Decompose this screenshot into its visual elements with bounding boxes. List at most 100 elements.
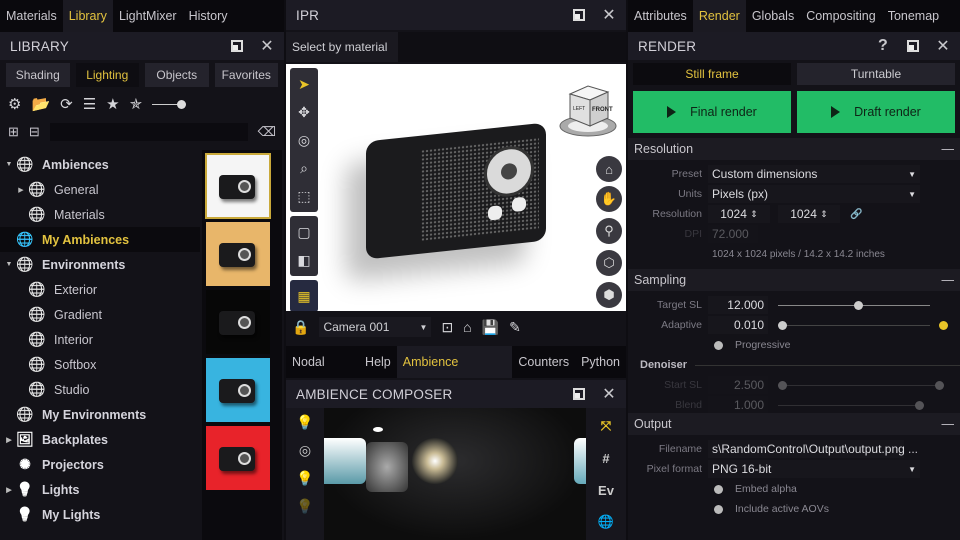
mode-still-frame[interactable]: Still frame — [633, 63, 791, 85]
help-icon[interactable]: ? — [876, 37, 890, 54]
grid-overlay-icon[interactable]: ▦ — [290, 282, 318, 310]
gizmo-icon[interactable]: ⤧ — [592, 412, 620, 440]
tree-item[interactable]: 🌐 My Environments — [0, 402, 200, 427]
ipr-viewport[interactable]: LEFT FRONT ➤ ✥ ◎ ⌕ ⬚ ▢ ◧ ▦ ⌂ ✋ ⚲ ⬡ ⬢ — [286, 64, 626, 311]
spin-icon[interactable]: ⇕ — [750, 209, 758, 220]
clear-search-icon[interactable]: ⌫ — [258, 124, 276, 140]
target-sl-field[interactable]: 12.000 — [708, 296, 768, 314]
spin-icon[interactable]: ⇕ — [820, 209, 828, 220]
mode-turntable[interactable]: Turntable — [797, 63, 955, 85]
tab-python[interactable]: Python — [575, 346, 626, 378]
frame-object-icon[interactable]: ⬡ — [596, 250, 622, 276]
tab-counters[interactable]: Counters — [512, 346, 575, 378]
environment-thumbnail[interactable] — [205, 153, 271, 219]
tree-item[interactable]: ✺ Projectors — [0, 452, 200, 477]
background-icon[interactable]: ▢ — [290, 218, 318, 246]
tree-item[interactable]: 🌐 My Ambiences — [0, 227, 200, 252]
maximize-icon[interactable] — [906, 39, 920, 53]
tab-render[interactable]: Render — [692, 0, 746, 32]
duplicate-light-icon[interactable]: 💡 — [286, 492, 324, 520]
maximize-icon[interactable] — [230, 39, 244, 53]
library-search-input[interactable] — [49, 123, 248, 141]
sampling-section-header[interactable]: Sampling — — [628, 269, 960, 291]
camera-dropdown[interactable]: Camera 001 ▼ — [319, 317, 432, 337]
subtab-lighting[interactable]: Lighting — [75, 63, 139, 87]
tree-item[interactable]: 🌐 Materials — [0, 202, 200, 227]
adaptive-field[interactable]: 0.010 — [708, 316, 768, 334]
height-spinbox[interactable]: 1024 ⇕ — [778, 205, 840, 223]
tab-help[interactable]: Help — [359, 346, 397, 378]
tab-materials[interactable]: Materials — [0, 0, 63, 32]
tab-ambience-composer[interactable]: Ambience Composer — [396, 346, 513, 401]
tree-item[interactable]: 🌐 Softbox — [0, 352, 200, 377]
expand-all-icon[interactable]: ⊞ — [8, 124, 19, 140]
maximize-icon[interactable] — [572, 8, 586, 22]
maximize-icon[interactable] — [572, 387, 586, 401]
environment-thumbnail[interactable] — [206, 426, 270, 490]
collapse-all-icon[interactable]: ⊟ — [29, 124, 40, 140]
gear-icon[interactable]: ⚙ — [8, 95, 21, 113]
star-remove-icon[interactable]: ✯ — [130, 95, 143, 113]
slider-knob[interactable] — [778, 380, 787, 390]
tab-globals[interactable]: Globals — [746, 0, 800, 32]
tree-item[interactable]: ▶ 💡 Lights — [0, 477, 200, 502]
include-aovs-checkbox[interactable] — [714, 504, 723, 514]
collapse-icon[interactable]: — — [942, 417, 955, 431]
tab-history[interactable]: History — [183, 0, 234, 32]
lock-icon[interactable]: 🔒 — [292, 319, 309, 336]
filename-field[interactable]: s\RandomControl\Output\output.png — [708, 440, 905, 458]
tree-item[interactable]: 💡 My Lights — [0, 502, 200, 527]
compare-icon[interactable]: ◧ — [290, 246, 318, 274]
preset-dropdown[interactable]: Custom dimensions ▼ — [708, 165, 920, 183]
units-dropdown[interactable]: Pixels (px) ▼ — [708, 185, 920, 203]
collapse-icon[interactable]: — — [942, 273, 955, 287]
expand-arrow-icon[interactable]: ▶ — [2, 486, 16, 494]
adaptive-enabled-toggle[interactable] — [939, 320, 948, 330]
start-sl-field[interactable]: 2.500 — [708, 376, 768, 394]
tree-item[interactable]: ▶ 🌐 General — [0, 177, 200, 202]
resolution-section-header[interactable]: Resolution — — [628, 138, 960, 160]
progressive-checkbox[interactable] — [714, 340, 723, 350]
grid-icon[interactable]: # — [592, 444, 620, 472]
edit-icon[interactable]: ✎ — [509, 319, 521, 336]
tab-lightmixer[interactable]: LightMixer — [113, 0, 183, 32]
blend-slider[interactable] — [778, 400, 924, 410]
slider-knob[interactable] — [177, 99, 187, 109]
subtab-shading[interactable]: Shading — [6, 63, 70, 87]
draft-render-button[interactable]: Draft render — [797, 91, 955, 133]
star-icon[interactable]: ★ — [106, 95, 119, 113]
embed-alpha-checkbox[interactable] — [714, 484, 723, 494]
light-target-icon[interactable]: 💡 — [286, 464, 324, 492]
home-icon[interactable]: ⌂ — [463, 319, 471, 335]
close-icon[interactable]: ✕ — [602, 7, 616, 24]
width-spinbox[interactable]: 1024 ⇕ — [708, 205, 770, 223]
browse-button[interactable]: ... — [908, 442, 918, 456]
refresh-icon[interactable]: ⟳ — [60, 95, 73, 113]
zoom-region-icon[interactable]: ⌕ — [290, 154, 318, 182]
tab-attributes[interactable]: Attributes — [628, 0, 693, 32]
frame-all-icon[interactable]: ⬢ — [596, 282, 622, 308]
collapse-icon[interactable]: — — [942, 142, 955, 156]
expand-arrow-icon[interactable]: ▼ — [2, 161, 16, 168]
final-render-button[interactable]: Final render — [633, 91, 791, 133]
region-select-icon[interactable]: ⬚ — [290, 182, 318, 210]
tree-item[interactable]: 🌐 Interior — [0, 327, 200, 352]
target-sl-slider[interactable] — [778, 300, 930, 310]
slider-knob[interactable] — [915, 400, 924, 410]
expand-arrow-icon[interactable]: ▶ — [14, 186, 28, 194]
blend-field[interactable]: 1.000 — [708, 396, 768, 414]
tree-item[interactable]: 🌐 Gradient — [0, 302, 200, 327]
ev-button[interactable]: Ev — [592, 476, 620, 504]
slider-knob[interactable] — [854, 300, 863, 310]
folder-open-icon[interactable]: 📂 — [31, 95, 50, 113]
expand-arrow-icon[interactable]: ▼ — [2, 261, 16, 268]
select-arrow-icon[interactable]: ➤ — [290, 70, 318, 98]
tree-item[interactable]: 🌐 Exterior — [0, 277, 200, 302]
subtab-objects[interactable]: Objects — [145, 63, 209, 87]
tab-compositing[interactable]: Compositing — [800, 0, 881, 32]
save-icon[interactable]: 💾 — [482, 319, 499, 336]
pan-hand-icon[interactable]: ✋ — [596, 186, 622, 212]
close-icon[interactable]: ✕ — [936, 38, 950, 55]
tree-item[interactable]: 🌐 Studio — [0, 377, 200, 402]
tab-nodal-editor[interactable]: Nodal Editor — [286, 346, 359, 401]
